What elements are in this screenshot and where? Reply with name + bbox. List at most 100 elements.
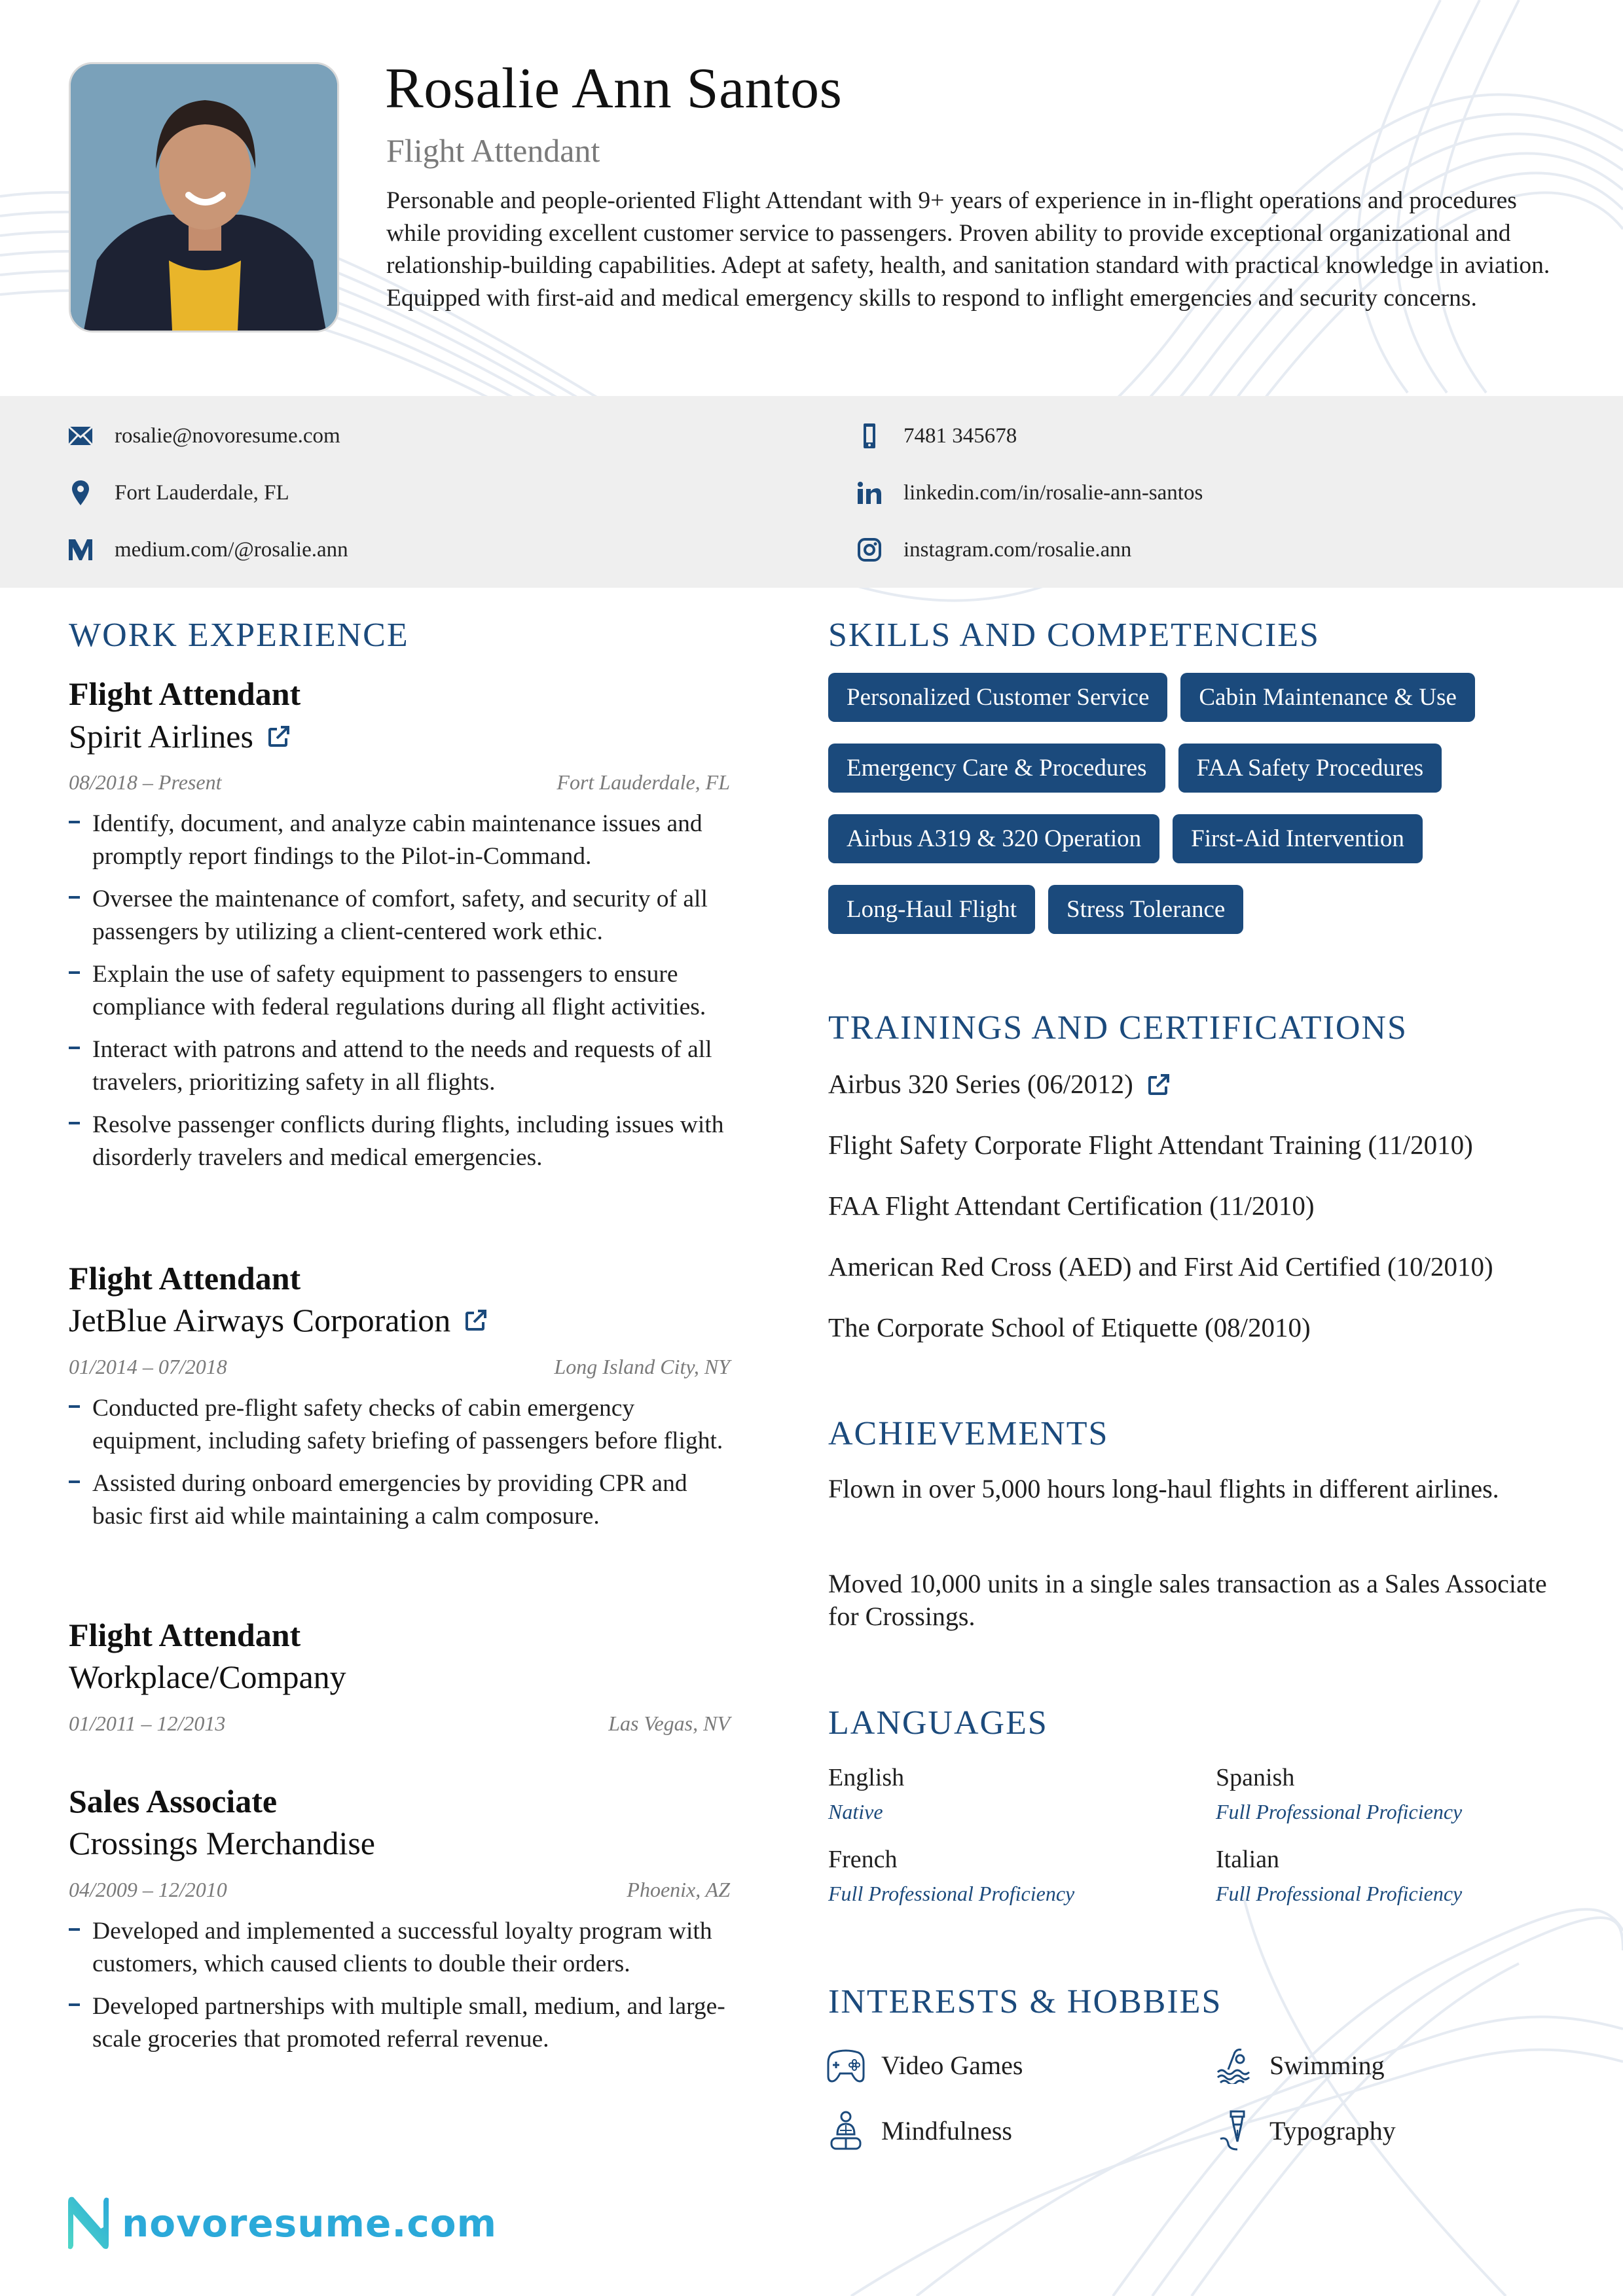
section-title-skills: SKILLS AND COMPETENCIES: [828, 617, 1320, 654]
section-title-interests: INTERESTS & HOBBIES: [828, 1983, 1222, 2020]
contact-linkedin[interactable]: linkedin.com/in/rosalie-ann-santos: [858, 480, 1203, 506]
job-dates: 01/2011 – 12/2013: [69, 1712, 226, 1735]
job-role: Flight Attendant: [69, 675, 301, 712]
skill-tag: Airbus A319 & 320 Operation: [828, 814, 1160, 863]
hobby-item: Video Games: [826, 2045, 1023, 2085]
job-role: Flight Attendant: [69, 1260, 301, 1297]
bullet-dash-icon: [69, 1928, 80, 1931]
hobby-label: Mindfulness: [881, 2115, 1012, 2145]
contact-bar: rosalie@novoresume.com Fort Lauderdale, …: [0, 396, 1623, 588]
training-label: The Corporate School of Etiquette (08/20…: [828, 1312, 1311, 1342]
profile-photo: [69, 62, 339, 332]
contact-email[interactable]: rosalie@novoresume.com: [69, 423, 340, 449]
training-item: The Corporate School of Etiquette (08/20…: [828, 1314, 1311, 1341]
language-level: Full Professional Proficiency: [1216, 1882, 1463, 1905]
job-dates: 04/2009 – 12/2010: [69, 1878, 227, 1901]
contact-email-text: rosalie@novoresume.com: [115, 423, 340, 448]
bullet-dash-icon: [69, 1047, 80, 1049]
fountain-pen-icon: [1214, 2110, 1254, 2151]
job-bullet: Identify, document, and analyze cabin ma…: [69, 808, 730, 872]
contact-instagram[interactable]: instagram.com/rosalie.ann: [858, 537, 1131, 563]
contact-phone-text: 7481 345678: [903, 423, 1017, 448]
job-bullet: Resolve passenger conflicts during fligh…: [69, 1109, 730, 1174]
training-label: Airbus 320 Series (06/2012): [828, 1069, 1133, 1099]
achievement-item: Flown in over 5,000 hours long-haul flig…: [828, 1474, 1499, 1503]
job-company-name: Spirit Airlines: [69, 718, 253, 755]
contact-linkedin-text: linkedin.com/in/rosalie-ann-santos: [903, 480, 1203, 505]
job-meta: 01/2014 – 07/2018 Long Island City, NY: [69, 1355, 730, 1379]
training-item: FAA Flight Attendant Certification (11/2…: [828, 1193, 1314, 1219]
job-meta: 08/2018 – Present Fort Lauderdale, FL: [69, 770, 730, 795]
profile-summary: Personable and people-oriented Flight At…: [386, 187, 1550, 312]
language-name: English: [828, 1764, 905, 1791]
job-company: Spirit Airlines: [69, 720, 290, 753]
language-name: French: [828, 1846, 898, 1873]
contact-location-text: Fort Lauderdale, FL: [115, 480, 289, 505]
candidate-name: Rosalie Ann Santos: [385, 57, 843, 120]
skill-tag: Emergency Care & Procedures: [828, 744, 1165, 793]
meditation-icon: [826, 2111, 866, 2150]
job-role: Sales Associate: [69, 1783, 278, 1820]
job-company: Crossings Merchandise: [69, 1827, 375, 1859]
brand-text: novoresume.com: [122, 2201, 498, 2246]
job-bullet: Developed partnerships with multiple sma…: [69, 1990, 730, 2055]
profile-photo-illustration: [71, 64, 337, 331]
phone-icon: [858, 423, 881, 449]
hobby-item: Typography: [1214, 2110, 1396, 2151]
external-link-icon[interactable]: [465, 1309, 487, 1331]
job-company-name: Workplace/Company: [69, 1659, 346, 1695]
bullet-dash-icon: [69, 971, 80, 974]
bullet-dash-icon: [69, 1405, 80, 1408]
job-bullet: Assisted during onboard emergencies by p…: [69, 1467, 730, 1532]
novoresume-n-icon: [68, 2197, 109, 2250]
job-meta: 04/2009 – 12/2010 Phoenix, AZ: [69, 1878, 730, 1902]
gamepad-icon: [826, 2045, 866, 2085]
job-bullets: Developed and implemented a successful l…: [69, 1915, 730, 2066]
training-label: Flight Safety Corporate Flight Attendant…: [828, 1130, 1473, 1160]
contact-medium[interactable]: medium.com/@rosalie.ann: [69, 537, 348, 563]
external-link-icon[interactable]: [268, 725, 290, 747]
section-title-achievements: ACHIEVEMENTS: [828, 1415, 1109, 1452]
medium-icon: [69, 537, 92, 563]
contact-medium-text: medium.com/@rosalie.ann: [115, 537, 348, 562]
language-level: Native: [828, 1800, 883, 1823]
job-bullet: Conducted pre-flight safety checks of ca…: [69, 1392, 730, 1457]
job-company-name: JetBlue Airways Corporation: [69, 1302, 451, 1338]
skills-list: Personalized Customer Service Cabin Main…: [828, 673, 1581, 934]
training-label: FAA Flight Attendant Certification (11/2…: [828, 1191, 1315, 1221]
location-pin-icon: [69, 480, 92, 506]
training-label: American Red Cross (AED) and First Aid C…: [828, 1251, 1493, 1282]
job-bullet: Interact with patrons and attend to the …: [69, 1033, 730, 1098]
skill-tag: Personalized Customer Service: [828, 673, 1168, 722]
section-title-languages: LANGUAGES: [828, 1704, 1048, 1742]
job-dates: 08/2018 – Present: [69, 770, 222, 794]
language-name: Spanish: [1216, 1764, 1295, 1791]
job-location: Fort Lauderdale, FL: [556, 770, 730, 794]
contact-phone[interactable]: 7481 345678: [858, 423, 1017, 449]
skill-tag: Stress Tolerance: [1048, 885, 1244, 934]
job-meta: 01/2011 – 12/2013 Las Vegas, NV: [69, 1712, 730, 1736]
candidate-title: Flight Attendant: [386, 132, 600, 169]
novoresume-logo[interactable]: novoresume.com: [65, 2196, 497, 2251]
bullet-dash-icon: [69, 1122, 80, 1124]
bullet-dash-icon: [69, 821, 80, 823]
skill-tag: Long-Haul Flight: [828, 885, 1036, 934]
external-link-icon[interactable]: [1148, 1073, 1170, 1096]
language-level: Full Professional Proficiency: [828, 1882, 1075, 1905]
instagram-icon: [858, 537, 881, 563]
job-bullets: Conducted pre-flight safety checks of ca…: [69, 1392, 730, 1543]
language-level: Full Professional Proficiency: [1216, 1800, 1463, 1823]
training-item: Airbus 320 Series (06/2012): [828, 1071, 1170, 1098]
job-location: Phoenix, AZ: [627, 1878, 730, 1901]
envelope-icon: [69, 423, 92, 449]
hobby-label: Swimming: [1269, 2050, 1385, 2080]
training-item: American Red Cross (AED) and First Aid C…: [828, 1253, 1493, 1280]
training-item: Flight Safety Corporate Flight Attendant…: [828, 1132, 1473, 1158]
language-name: Italian: [1216, 1846, 1280, 1873]
job-company-name: Crossings Merchandise: [69, 1825, 375, 1861]
skill-tag: Cabin Maintenance & Use: [1180, 673, 1475, 722]
contact-instagram-text: instagram.com/rosalie.ann: [903, 537, 1132, 562]
job-location: Las Vegas, NV: [608, 1712, 730, 1735]
skill-tag: First-Aid Intervention: [1173, 814, 1423, 863]
job-dates: 01/2014 – 07/2018: [69, 1355, 227, 1378]
